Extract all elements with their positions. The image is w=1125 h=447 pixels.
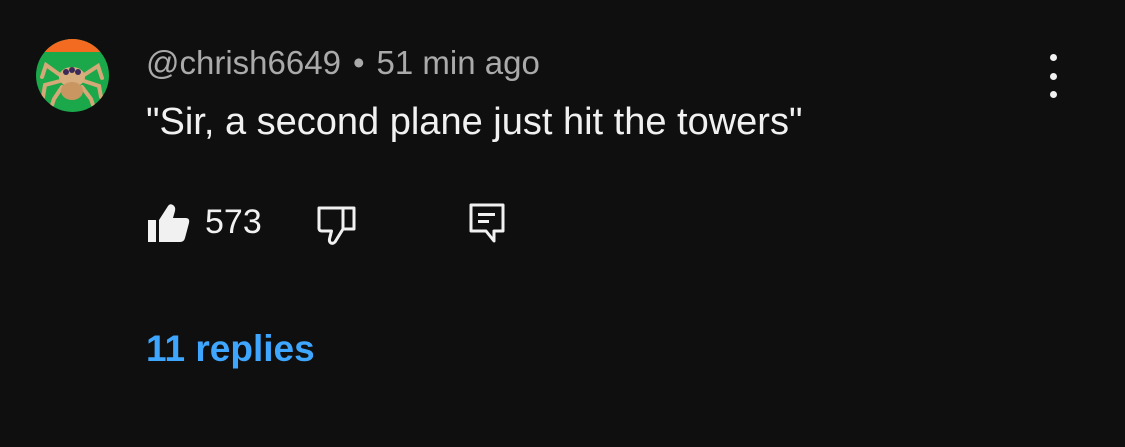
comment-header: @chrish6649 • 51 min ago [146,42,540,84]
more-options-button[interactable] [1036,54,1070,98]
reply-comment-icon[interactable] [468,202,506,244]
comment-text: "Sir, a second plane just hit the towers… [146,101,803,143]
avatar[interactable] [36,39,109,112]
more-dot-icon [1049,72,1057,80]
more-dot-icon [1049,91,1057,98]
thumbs-up-icon[interactable] [146,203,190,243]
author-name[interactable]: @chrish6649 [146,44,341,82]
like-count: 573 [205,203,262,241]
thumbs-down-icon[interactable] [316,205,356,245]
view-replies-link[interactable]: 11 replies [146,328,315,370]
more-dot-icon [1049,54,1057,61]
timestamp: 51 min ago [376,44,540,81]
meta-separator: • [352,44,365,81]
